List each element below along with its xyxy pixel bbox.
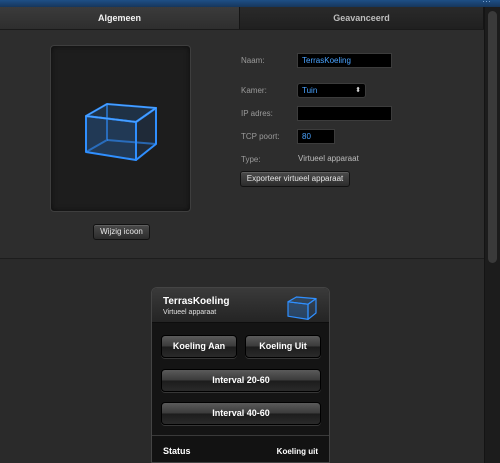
- cube-icon: [287, 296, 317, 320]
- change-icon-button[interactable]: Wijzig icoon: [93, 224, 150, 240]
- device-preview-card: TerrasKoeling Virtueel apparaat Koeling …: [151, 287, 330, 463]
- preview-header: TerrasKoeling Virtueel apparaat: [152, 288, 329, 323]
- type-value: Virtueel apparaat: [298, 154, 359, 163]
- scrollbar-thumb[interactable]: [488, 11, 497, 263]
- status-value: Koeling uit: [276, 447, 318, 456]
- updown-arrows-icon: ⬍: [355, 87, 361, 94]
- vertical-scrollbar[interactable]: [484, 7, 500, 463]
- preview-subtitle: Virtueel apparaat: [163, 309, 217, 316]
- grip-icon: ⋯: [482, 0, 492, 6]
- status-label: Status: [163, 446, 191, 456]
- room-label: Kamer:: [241, 86, 267, 95]
- window-titlebar: ⋯: [0, 0, 500, 7]
- preview-title: TerrasKoeling: [163, 296, 230, 307]
- tab-bar: Algemeen Geavanceerd: [0, 7, 484, 30]
- cooling-on-button[interactable]: Koeling Aan: [161, 335, 237, 358]
- tab-geavanceerd[interactable]: Geavanceerd: [240, 7, 484, 29]
- name-field[interactable]: TerrasKoeling: [297, 53, 392, 68]
- name-label: Naam:: [241, 56, 265, 65]
- tab-algemeen[interactable]: Algemeen: [0, 7, 240, 29]
- device-icon-preview: [50, 45, 191, 212]
- ip-field[interactable]: [297, 106, 392, 121]
- interval-40-60-button[interactable]: Interval 40-60: [161, 402, 321, 425]
- interval-20-60-button[interactable]: Interval 20-60: [161, 369, 321, 392]
- room-select[interactable]: Tuin ⬍: [297, 83, 366, 98]
- status-row: Status Koeling uit: [152, 435, 329, 462]
- cube-icon: [85, 103, 157, 161]
- type-label: Type:: [241, 155, 261, 164]
- tcp-port-label: TCP poort:: [241, 132, 280, 141]
- export-device-button[interactable]: Exporteer virtueel apparaat: [240, 171, 350, 187]
- room-select-value: Tuin: [302, 86, 318, 95]
- ip-label: IP adres:: [241, 109, 273, 118]
- cooling-off-button[interactable]: Koeling Uit: [245, 335, 321, 358]
- tcp-port-field[interactable]: 80: [297, 129, 335, 144]
